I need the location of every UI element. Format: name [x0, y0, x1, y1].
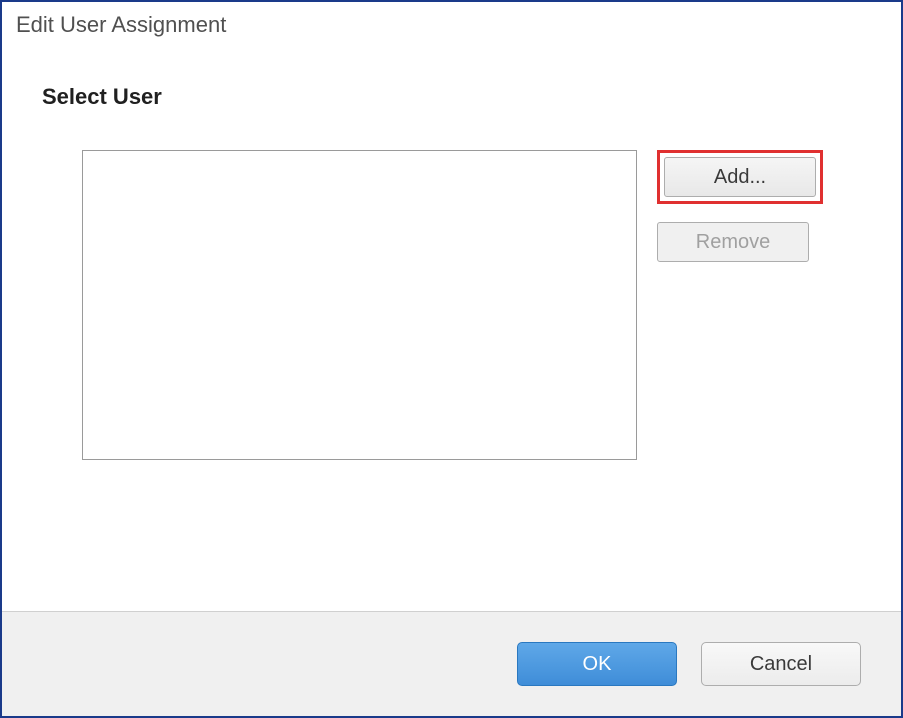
add-button[interactable]: Add...	[664, 157, 816, 197]
cancel-button[interactable]: Cancel	[701, 642, 861, 686]
add-button-highlight: Add...	[657, 150, 823, 204]
user-selection-row: Add... Remove	[42, 150, 861, 460]
dialog-content: Select User Add... Remove	[2, 44, 901, 611]
ok-button[interactable]: OK	[517, 642, 677, 686]
user-list-box[interactable]	[82, 150, 637, 460]
remove-button[interactable]: Remove	[657, 222, 809, 262]
list-action-buttons: Add... Remove	[657, 150, 823, 460]
dialog-button-bar: OK Cancel	[2, 612, 901, 716]
dialog-title: Edit User Assignment	[2, 2, 901, 44]
section-header: Select User	[42, 84, 861, 110]
edit-user-assignment-dialog: Edit User Assignment Select User Add... …	[0, 0, 903, 718]
